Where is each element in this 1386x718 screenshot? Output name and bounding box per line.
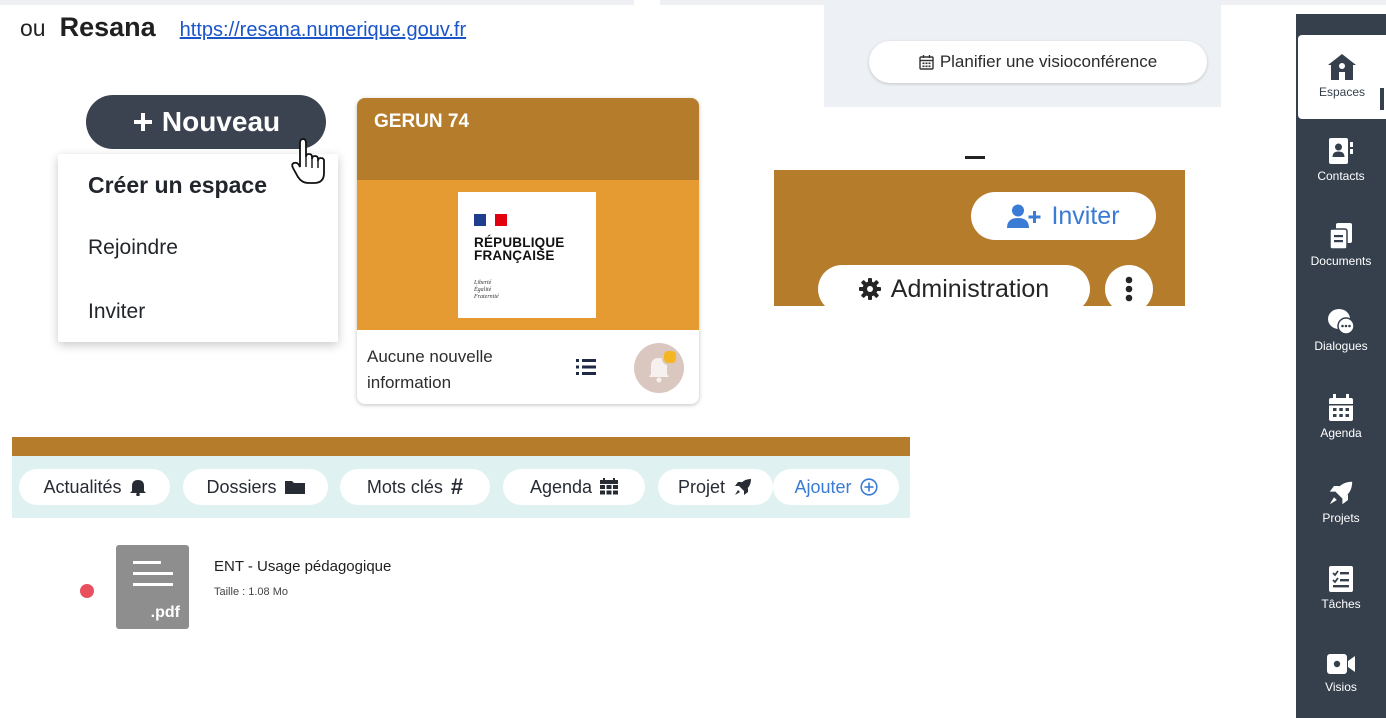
administration-label: Administration <box>890 274 1050 303</box>
space-card-title: GERUN 74 <box>357 98 699 180</box>
sidebar-label-contacts: Contacts <box>1317 169 1365 183</box>
menu-item-invite[interactable]: Inviter <box>88 300 145 324</box>
top-strip-left <box>0 0 634 5</box>
divider-dash <box>965 156 985 159</box>
sidebar-item-visios[interactable]: Visios <box>1296 652 1386 716</box>
tasks-icon <box>1328 565 1354 593</box>
unread-dot <box>80 584 94 598</box>
tab-add[interactable]: Ajouter <box>773 469 899 505</box>
document-size: Taille : 1.08 Mo <box>214 586 288 598</box>
home-icon <box>1327 53 1357 81</box>
republique-francaise-logo: RÉPUBLIQUE FRANÇAISE Liberté Égalité Fra… <box>458 192 596 318</box>
hand-cursor-icon <box>290 137 330 187</box>
brand-name: Resana <box>59 12 156 42</box>
video-icon <box>1326 652 1356 676</box>
tab-add-label: Ajouter <box>794 476 852 497</box>
sidebar-item-projets[interactable]: Projets <box>1296 479 1386 549</box>
document-name[interactable]: ENT - Usage pédagogique <box>214 558 391 575</box>
tab-projet[interactable]: Projet <box>658 469 773 505</box>
sidebar-label-agenda: Agenda <box>1320 426 1362 440</box>
tab-actualites[interactable]: Actualités <box>19 469 170 505</box>
calendar-icon <box>600 478 619 496</box>
gear-icon <box>858 278 881 300</box>
tab-actualites-label: Actualités <box>43 476 122 497</box>
contacts-icon <box>1327 137 1355 165</box>
sidebar-label-visios: Visios <box>1325 680 1357 694</box>
rocket-icon <box>1327 479 1355 507</box>
space-card-footer: Aucune nouvelle information <box>357 330 699 404</box>
menu-item-join[interactable]: Rejoindre <box>88 236 178 260</box>
rocket-icon <box>733 477 753 497</box>
dialogues-icon <box>1326 307 1356 335</box>
notification-dot <box>662 349 678 365</box>
sidebar-label-dialogues: Dialogues <box>1314 339 1368 353</box>
pdf-file-icon[interactable]: .pdf <box>116 545 189 629</box>
more-options-icon[interactable] <box>1105 265 1153 313</box>
sidebar-label-projets: Projets <box>1322 511 1360 525</box>
tab-projet-label: Projet <box>677 476 726 497</box>
tab-band-header <box>12 437 910 456</box>
invite-button[interactable]: Inviter <box>971 192 1156 240</box>
administration-button[interactable]: Administration <box>818 265 1090 313</box>
sidebar-item-taches[interactable]: Tâches <box>1296 565 1386 635</box>
resana-link[interactable]: https://resana.numerique.gouv.fr <box>180 19 466 42</box>
plus-icon <box>132 111 154 133</box>
tab-mots-cles[interactable]: Mots clés # <box>340 469 490 505</box>
right-sidebar: Espaces Contacts Documents Dialogues Age… <box>1296 14 1386 718</box>
invite-label: Inviter <box>1051 201 1120 230</box>
motto-liberte: Liberté <box>474 280 492 286</box>
sidebar-label-espaces: Espaces <box>1318 85 1366 99</box>
space-card-banner: RÉPUBLIQUE FRANÇAISE Liberté Égalité Fra… <box>357 180 699 330</box>
hash-icon: # <box>450 474 464 499</box>
motto-egalite: Égalité <box>474 287 492 293</box>
new-button-label: Nouveau <box>161 106 281 137</box>
sidebar-item-agenda[interactable]: Agenda <box>1296 394 1386 464</box>
tab-dossiers-label: Dossiers <box>206 476 277 497</box>
space-card-info: Aucune nouvelle information <box>367 347 493 392</box>
logo-line-2: FRANÇAISE <box>474 248 555 263</box>
header-line: ou Resana https://resana.numerique.gouv.… <box>20 12 466 43</box>
sidebar-item-espaces[interactable]: Espaces <box>1298 35 1386 119</box>
tab-agenda-label: Agenda <box>529 476 593 497</box>
sidebar-item-dialogues[interactable]: Dialogues <box>1296 307 1386 377</box>
folder-icon <box>284 479 305 495</box>
pdf-extension: .pdf <box>150 604 180 621</box>
notification-bell-icon[interactable] <box>634 343 684 393</box>
user-plus-icon <box>1007 204 1041 228</box>
plus-circle-icon <box>859 478 878 496</box>
tab-mots-cles-label: Mots clés <box>366 476 443 497</box>
sidebar-item-contacts[interactable]: Contacts <box>1296 137 1386 207</box>
tab-agenda[interactable]: Agenda <box>503 469 645 505</box>
list-icon[interactable] <box>576 358 596 376</box>
sidebar-label-documents: Documents <box>1310 254 1372 268</box>
motto-fraternite: Fraternité <box>474 294 499 300</box>
sidebar-item-documents[interactable]: Documents <box>1296 222 1386 292</box>
calendar-icon <box>919 54 934 70</box>
plan-visio-button[interactable]: Planifier une visioconférence <box>869 41 1207 83</box>
header-prefix: ou <box>20 15 46 41</box>
documents-icon <box>1327 222 1355 250</box>
menu-item-create-space[interactable]: Créer un espace <box>88 172 267 199</box>
visio-panel: Planifier une visioconférence <box>824 0 1221 107</box>
space-actions-panel: Inviter Administration <box>774 170 1185 313</box>
bell-icon <box>129 478 146 496</box>
sidebar-active-marker <box>1380 88 1384 110</box>
calendar-icon <box>1328 394 1354 422</box>
sidebar-label-taches: Tâches <box>1321 597 1361 611</box>
space-tabs-bar: Actualités Dossiers Mots clés # Agenda P <box>12 456 910 518</box>
space-card[interactable]: GERUN 74 RÉPUBLIQUE FRANÇAISE Liberté Ég… <box>357 98 699 404</box>
plan-visio-label: Planifier une visioconférence <box>939 52 1158 71</box>
tab-dossiers[interactable]: Dossiers <box>183 469 328 505</box>
